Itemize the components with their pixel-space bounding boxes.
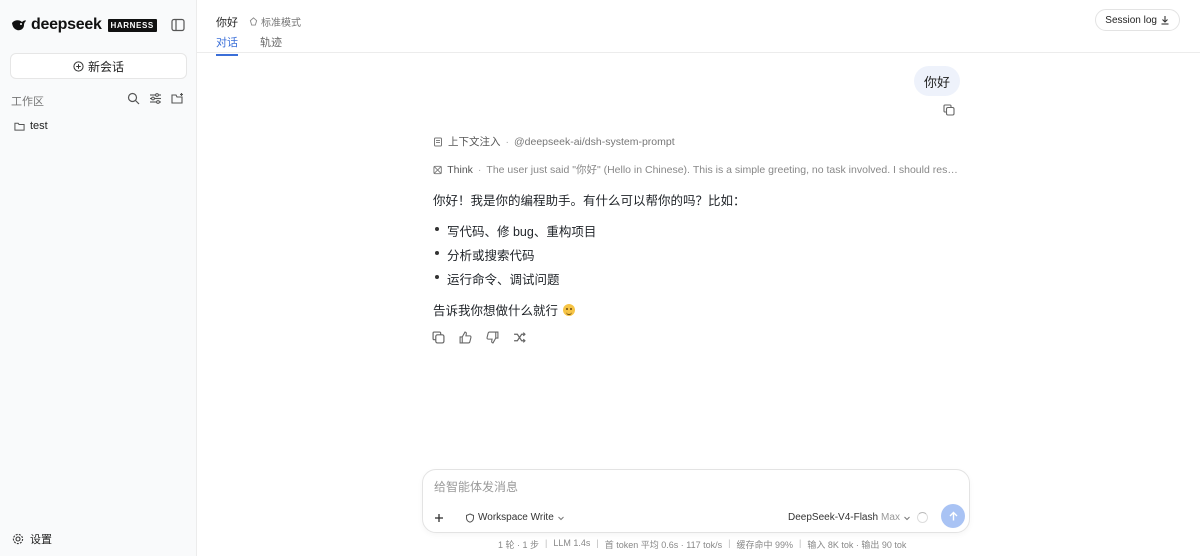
plus-icon [435,514,443,522]
workspace-item-test[interactable]: test [14,120,48,132]
separator-dot: · [505,135,510,148]
think-summary: The user just said "你好" (Hello in Chines… [486,164,960,176]
brain-icon [433,165,442,174]
mode-label: 标准模式 [261,18,301,29]
chevron-down-icon [557,516,564,520]
model-name: DeepSeek-V4-Flash [788,512,879,523]
mode-indicator: 标准模式 [249,14,301,29]
new-chat-label: 新会话 [87,59,124,74]
answer-outro-text: 告诉我你想做什么就行 [433,304,559,318]
brand-badge: HARNESS [107,18,157,32]
separator-dot: · [477,163,482,176]
download-icon [1161,16,1169,25]
context-injection-line[interactable]: 上下文注入 · @deepseek-ai/dsh-system-prompt [433,134,675,149]
add-attachment-button[interactable] [430,509,448,527]
tab-chat[interactable]: 对话 [216,34,238,56]
thumbs-down-icon[interactable] [486,331,499,344]
session-log-label: Session log [1105,14,1157,26]
stat-llm-time: LLM 1.4s [553,538,591,548]
settings-label: 设置 [30,534,52,546]
think-line[interactable]: Think · The user just said "你好" (Hello i… [433,162,960,177]
document-icon [434,137,442,146]
copy-icon[interactable] [943,104,955,116]
chat-header: 你好 标准模式 对话 轨迹 Session log [197,0,1200,56]
send-button[interactable] [941,504,965,528]
stat-rounds: 1 轮 · 1 步 [498,540,540,550]
user-message-bubble: 你好 [914,66,960,96]
settings-button[interactable]: 设置 [12,531,52,547]
regenerate-shuffle-icon[interactable] [513,331,526,344]
permission-mode-select[interactable]: Workspace Write [465,512,568,523]
sidebar: deepseek HARNESS 新会话 工作区 test 设置 [0,0,197,556]
chevron-down-icon [904,516,910,520]
copy-icon[interactable] [432,331,445,344]
shield-edit-icon [466,512,474,523]
arrow-up-icon [949,511,957,520]
mode-icon [249,17,258,26]
search-icon[interactable] [127,92,140,105]
filter-sliders-icon[interactable] [149,92,162,105]
folder-icon [14,122,25,131]
workspace-item-label: test [30,120,48,132]
smile-emoji-icon [563,303,576,316]
message-composer: Workspace Write DeepSeek-V4-Flash Max [422,469,970,533]
thumbs-up-icon[interactable] [459,331,472,344]
brand[interactable]: deepseek HARNESS [11,16,157,34]
tab-trace[interactable]: 轨迹 [260,34,282,54]
usage-stats: 1 轮 · 1 步 | LLM 1.4s | 首 token 平均 0.6s ·… [498,538,907,550]
list-item: 分析或搜索代码 [433,245,596,269]
deepseek-whale-icon [12,20,26,31]
permission-mode-label: Workspace Write [478,512,554,523]
workspace-label: 工作区 [11,96,44,108]
stat-tokens: 输入 8K tok · 输出 90 tok [807,540,907,550]
answer-list: 写代码、修 bug、重构项目 分析或搜索代码 运行命令、调试问题 [433,221,596,293]
list-item: 写代码、修 bug、重构项目 [433,221,596,245]
context-value: @deepseek-ai/dsh-system-prompt [514,135,675,148]
list-item-text: 运行命令、调试问题 [447,273,560,287]
plus-circle-icon [73,60,84,72]
message-actions [432,331,526,344]
stat-first-token: 首 token 平均 0.6s · 117 tok/s [604,540,723,550]
model-select[interactable]: DeepSeek-V4-Flash Max [788,512,911,523]
message-input[interactable] [434,480,954,494]
new-folder-icon[interactable] [171,92,184,105]
list-item: 运行命令、调试问题 [433,269,596,293]
model-level: Max [881,512,900,523]
workspace-actions [127,92,184,105]
brand-name: deepseek [31,16,102,33]
think-label: Think [447,163,473,176]
gear-icon [12,533,24,545]
session-log-button[interactable]: Session log [1095,9,1180,31]
list-item-text: 写代码、修 bug、重构项目 [447,225,597,239]
stat-cache-hit: 缓存命中 99% [736,540,793,550]
context-label: 上下文注入 [448,136,501,148]
answer-intro: 你好！我是你的编程助手。有什么可以帮你的吗？比如： [433,194,746,208]
chat-title: 你好 [216,17,238,29]
list-item-text: 分析或搜索代码 [447,249,535,263]
user-message-text: 你好 [923,74,950,90]
new-chat-button[interactable]: 新会话 [10,53,187,79]
sidebar-toggle-icon[interactable] [171,18,185,32]
answer-outro: 告诉我你想做什么就行 [433,300,576,319]
loading-spinner-icon [917,512,928,523]
